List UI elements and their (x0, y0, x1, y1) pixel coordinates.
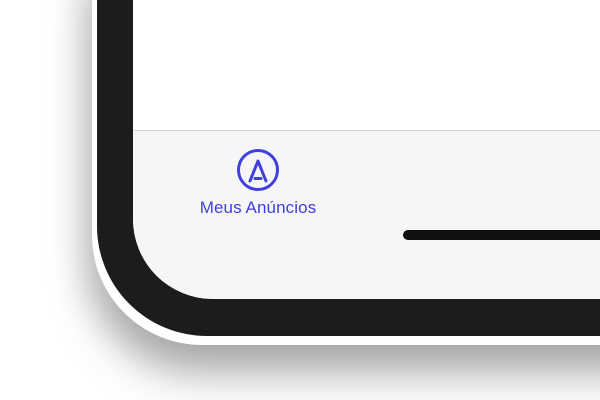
screenshot-stage: Meus Anúncios (0, 0, 600, 400)
tab-meus-anuncios[interactable]: Meus Anúncios (193, 148, 323, 222)
home-indicator[interactable] (403, 230, 600, 240)
ad-circle-icon (237, 149, 279, 191)
content-area (133, 0, 600, 130)
tab-bar: Meus Anúncios (133, 130, 600, 299)
tab-meus-anuncios-label: Meus Anúncios (199, 198, 317, 217)
phone-screen: Meus Anúncios (133, 0, 600, 299)
